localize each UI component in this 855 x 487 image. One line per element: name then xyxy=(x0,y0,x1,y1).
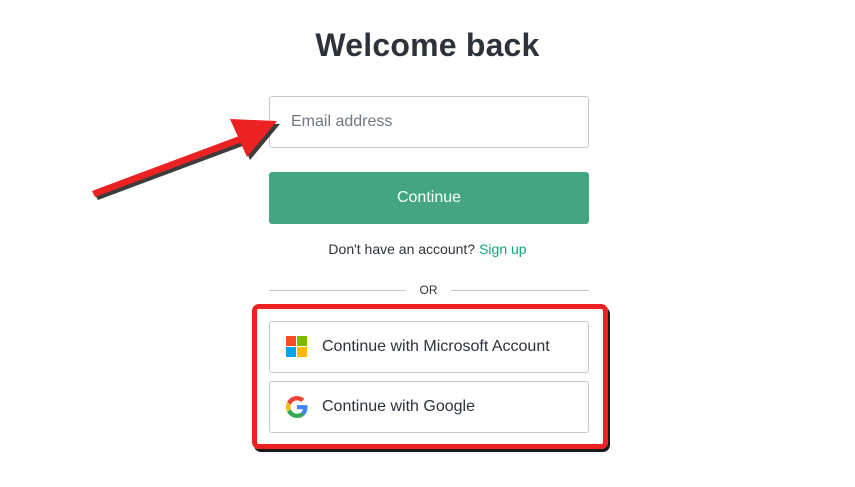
signup-prompt-row: Don't have an account? Sign up xyxy=(0,240,855,258)
signup-link[interactable]: Sign up xyxy=(479,241,526,257)
page-title: Welcome back xyxy=(315,27,540,63)
continue-button[interactable]: Continue xyxy=(269,172,589,224)
microsoft-login-button[interactable]: Continue with Microsoft Account xyxy=(269,321,589,373)
signup-prompt-text: Don't have an account? xyxy=(328,241,476,257)
or-divider-label: OR xyxy=(419,283,438,297)
google-logo-icon xyxy=(286,396,308,418)
email-input[interactable] xyxy=(269,96,589,148)
divider-line-left xyxy=(269,290,406,291)
google-login-label: Continue with Google xyxy=(322,398,475,415)
microsoft-login-label: Continue with Microsoft Account xyxy=(322,338,550,355)
divider-line-right xyxy=(451,290,589,291)
google-login-button[interactable]: Continue with Google xyxy=(269,381,589,433)
microsoft-logo-icon xyxy=(286,336,308,358)
